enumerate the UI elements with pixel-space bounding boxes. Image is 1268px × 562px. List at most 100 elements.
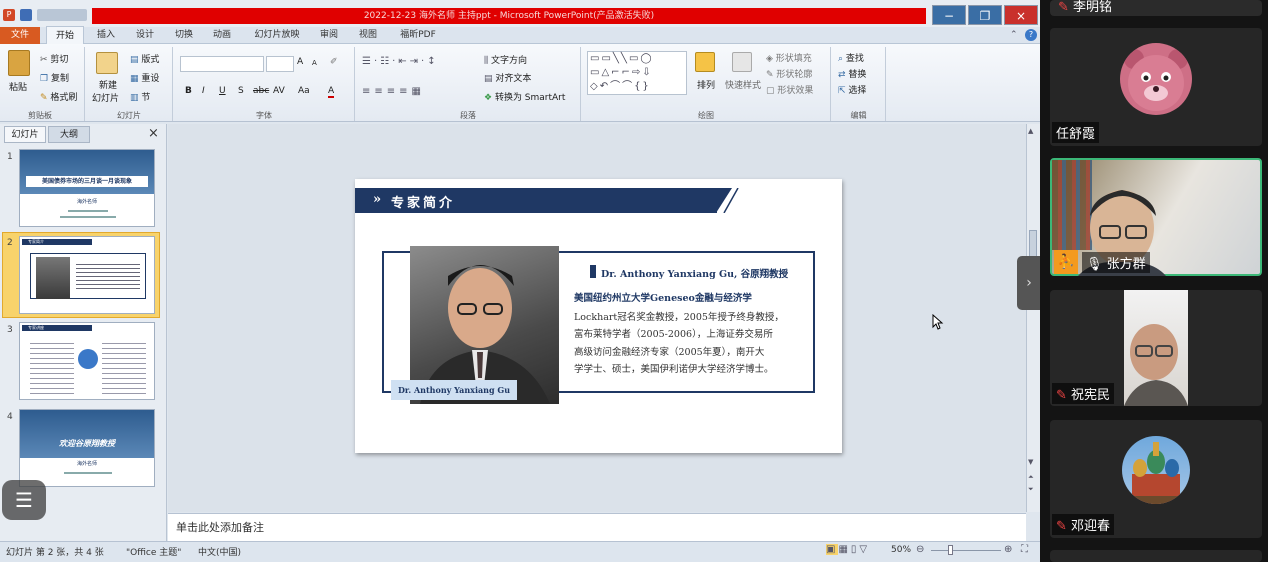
slides-label: 幻灯片	[117, 111, 141, 120]
slide-thumbnail-3[interactable]: 专家讲座	[19, 322, 155, 400]
font-name-combo[interactable]	[180, 56, 264, 72]
fit-window-icon[interactable]: ⛶	[1021, 544, 1033, 556]
underline-button[interactable]: U	[219, 86, 226, 96]
text-direction-icon: ⫼	[484, 56, 492, 66]
scroll-down-arrow-icon[interactable]: ▼	[1028, 458, 1038, 468]
ribbon-collapse-icon[interactable]: ⌃	[1010, 30, 1020, 40]
tab-outline[interactable]: 大纲	[48, 126, 90, 143]
paragraph-label: 段落	[460, 111, 476, 120]
list-indent-icons[interactable]: ☰·☷·⇤⇥·↕	[362, 56, 480, 68]
menu-icon[interactable]: ☰	[2, 480, 46, 520]
clear-format-icon[interactable]: ✐	[330, 57, 344, 69]
quick-styles-icon[interactable]	[732, 52, 752, 72]
tab-view[interactable]: 视图	[354, 27, 382, 44]
align-text-button[interactable]: ▤ 对齐文本	[484, 71, 531, 84]
quick-styles-button[interactable]: 快速样式	[725, 78, 761, 91]
slide-thumbnail-4[interactable]: 欢迎谷原翔教授 海外名师	[19, 409, 155, 487]
normal-view-icon[interactable]: ▣	[826, 544, 839, 555]
tab-review[interactable]: 审阅	[315, 27, 343, 44]
tab-animations[interactable]: 动画	[208, 27, 236, 44]
close-button[interactable]: ×	[1004, 5, 1038, 25]
powerpoint-app-icon[interactable]: P	[3, 9, 15, 21]
tab-slides[interactable]: 幻灯片	[4, 126, 46, 143]
participant-tile-6[interactable]	[1050, 550, 1262, 562]
replace-button[interactable]: ⇄ 替换	[838, 67, 866, 80]
thumb3-text-left	[30, 339, 74, 395]
select-button[interactable]: ⇱ 选择	[838, 83, 866, 96]
pane-close-button[interactable]: ×	[148, 126, 160, 141]
char-spacing-button[interactable]: AV	[273, 86, 285, 96]
format-painter-button[interactable]: ✎ 格式刷	[40, 90, 77, 103]
shapes-gallery[interactable]: ▭▭╲╲▭◯ ▭△⌐⌐⇨⇩ ◇↶⌒⌒{}	[587, 51, 687, 95]
slideshow-view-icon[interactable]: ▽	[859, 544, 870, 555]
zoom-out-icon[interactable]: ⊖	[916, 544, 928, 556]
cut-button[interactable]: ✂ 剪切	[40, 52, 68, 65]
theme-name[interactable]: "Office 主题"	[126, 545, 181, 558]
thumb1-line-2	[60, 216, 116, 218]
new-slide-icon[interactable]	[96, 52, 118, 74]
smartart-button[interactable]: ❖ 转换为 SmartArt	[484, 90, 565, 103]
shape-fill-button[interactable]: ◈ 形状填充	[766, 51, 812, 64]
font-color-button[interactable]: A	[328, 86, 335, 98]
zoom-slider[interactable]	[931, 550, 1001, 551]
slide-header-slash	[700, 188, 739, 213]
shadow-button[interactable]: S	[238, 86, 244, 96]
zoom-slider-thumb[interactable]	[947, 545, 953, 555]
grow-font-button[interactable]: A	[297, 57, 303, 67]
tab-file[interactable]: 文件	[0, 27, 40, 44]
tab-insert[interactable]: 插入	[92, 27, 120, 44]
avatar-cathedral	[1122, 436, 1190, 504]
text-direction-button[interactable]: ⫼ 文字方向	[484, 53, 527, 66]
italic-button[interactable]: I	[202, 86, 205, 96]
copy-button[interactable]: ❐ 复制	[40, 71, 69, 84]
find-button[interactable]: ⌕ 查找	[838, 51, 864, 64]
pen-icon: ✎	[766, 70, 777, 80]
reset-button[interactable]: ▦ 重设	[130, 71, 159, 84]
slide-thumbnail-2[interactable]: 专家简介	[19, 236, 155, 314]
scroll-up-arrow-icon[interactable]: ▲	[1028, 127, 1038, 137]
font-size-combo[interactable]	[266, 56, 294, 72]
shape-outline-button[interactable]: ✎ 形状轮廓	[766, 67, 812, 80]
language-indicator[interactable]: 中文(中国)	[198, 545, 241, 558]
collapse-sidebar-button[interactable]: ›	[1017, 256, 1041, 310]
restore-button[interactable]: ❐	[968, 5, 1002, 25]
sorter-view-icon[interactable]: ▦	[838, 544, 850, 555]
view-buttons[interactable]: ▣▦▯▽	[826, 544, 886, 558]
thumb4-title: 欢迎谷原翔教授	[59, 438, 115, 448]
save-icon[interactable]	[20, 9, 32, 21]
vertical-scrollbar[interactable]	[1026, 124, 1040, 512]
tab-foxit-pdf[interactable]: 福昕PDF	[393, 27, 443, 44]
align-icons[interactable]: ≡≡≡≡▦	[362, 86, 480, 98]
bold-button[interactable]: B	[185, 86, 192, 96]
arrange-button[interactable]: 排列	[697, 78, 715, 91]
quick-access-toolbar[interactable]	[37, 9, 87, 21]
slide-thumbnail-1[interactable]: 美国债券市场的三月谈一月谈现象 海外名师	[19, 149, 155, 227]
tab-transitions[interactable]: 切换	[170, 27, 198, 44]
tab-home[interactable]: 开始	[46, 26, 84, 45]
change-case-button[interactable]: Aa	[298, 86, 310, 96]
prev-slide-icon[interactable]: ⏶	[1028, 473, 1038, 483]
paste-button[interactable]: 粘贴	[9, 80, 27, 93]
new-slide-button[interactable]: 新建	[99, 78, 117, 91]
notes-placeholder[interactable]: 单击此处添加备注	[176, 519, 264, 535]
zoom-in-icon[interactable]: ⊕	[1004, 544, 1016, 556]
zoom-level[interactable]: 50%	[891, 545, 911, 555]
next-slide-icon[interactable]: ⏷	[1028, 485, 1038, 495]
section-button[interactable]: ▥ 节	[130, 90, 150, 103]
help-icon[interactable]: ?	[1025, 29, 1037, 41]
layout-button[interactable]: ▤ 版式	[130, 52, 159, 65]
notes-pane[interactable]	[168, 513, 1026, 541]
minimize-button[interactable]: −	[932, 5, 966, 25]
thumb1-title: 美国债券市场的三月谈一月谈现象	[26, 176, 148, 187]
tab-design[interactable]: 设计	[131, 27, 159, 44]
new-slide-label[interactable]: 幻灯片	[92, 91, 119, 104]
paste-icon[interactable]	[8, 50, 30, 76]
shrink-font-button[interactable]: A	[312, 59, 317, 67]
slide-number-1: 1	[7, 152, 13, 162]
select-icon: ⇱	[838, 86, 849, 96]
shape-effects-button[interactable]: ▢ 形状效果	[766, 83, 813, 96]
tab-slideshow[interactable]: 幻灯片放映	[247, 27, 307, 44]
strikethrough-button[interactable]: abc	[253, 86, 269, 96]
arrange-icon[interactable]	[695, 52, 715, 72]
slide-header-title: 专家简介	[391, 196, 456, 211]
